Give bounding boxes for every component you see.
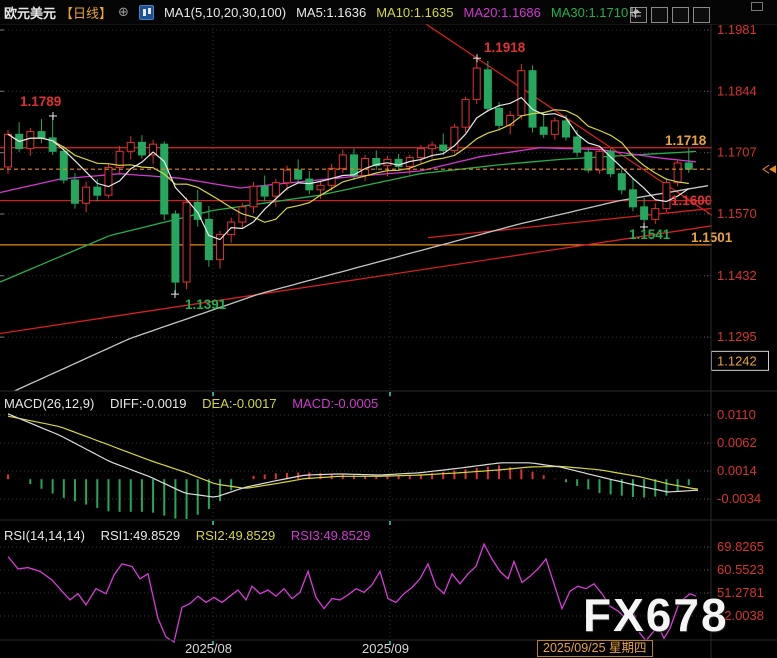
macd-diff-value: DIFF:-0.0019 xyxy=(110,396,187,411)
svg-text:1.1570: 1.1570 xyxy=(717,206,757,221)
ma30-value: MA30:1.1710 xyxy=(551,5,628,20)
rsi3-value: RSI3:49.8529 xyxy=(291,528,371,543)
svg-text:1.1501: 1.1501 xyxy=(691,230,733,245)
svg-text:0.0014: 0.0014 xyxy=(717,463,757,478)
ma-group-label: MA1(5,10,20,30,100) xyxy=(164,5,286,20)
ma5-value: MA5:1.1636 xyxy=(296,5,366,20)
svg-text:60.5523: 60.5523 xyxy=(717,562,764,577)
macd-hist-value: MACD:-0.0005 xyxy=(292,396,378,411)
x-axis-month-september: 2025/09 xyxy=(362,641,409,656)
instrument-title: 欧元美元 xyxy=(4,3,56,22)
rsi1-value: RSI1:49.8529 xyxy=(101,528,181,543)
ma10-value: MA10:1.1635 xyxy=(376,5,453,20)
macd-label-row: MACD(26,12,9) DIFF:-0.0019 DEA:-0.0017 M… xyxy=(4,396,390,411)
chart-play-icon[interactable] xyxy=(672,7,689,23)
ma20-value: MA20:1.1686 xyxy=(464,5,541,20)
svg-text:1.1707: 1.1707 xyxy=(717,145,757,160)
kline-chart-icon[interactable] xyxy=(139,5,154,20)
corner-window-icon[interactable] xyxy=(751,2,763,11)
rsi-params-label: RSI(14,14,14) xyxy=(4,528,85,543)
x-axis-current-date: 2025/09/25 星期四 xyxy=(537,640,653,657)
svg-text:-0.0034: -0.0034 xyxy=(717,491,761,506)
svg-text:1.1432: 1.1432 xyxy=(717,268,757,283)
svg-text:1.1789: 1.1789 xyxy=(20,94,61,109)
watermark: FX678 xyxy=(583,588,729,642)
macd-params-label: MACD(26,12,9) xyxy=(4,396,94,411)
chart-canvas[interactable]: 1.19811.18441.17071.15701.14321.12951.12… xyxy=(0,0,777,658)
svg-text:1.1391: 1.1391 xyxy=(185,297,227,312)
svg-text:1.1918: 1.1918 xyxy=(484,40,526,55)
period-label[interactable]: 【日线】 xyxy=(60,3,112,22)
svg-text:69.8265: 69.8265 xyxy=(717,539,764,554)
svg-text:0.0062: 0.0062 xyxy=(717,435,757,450)
fx-chart-app: 1.19811.18441.17071.15701.14321.12951.12… xyxy=(0,0,777,658)
rsi-label-row: RSI(14,14,14) RSI1:49.8529 RSI2:49.8529 … xyxy=(4,528,382,543)
macd-dea-value: DEA:-0.0017 xyxy=(202,396,276,411)
svg-text:1.1600: 1.1600 xyxy=(671,193,712,208)
x-axis-month-august: 2025/08 xyxy=(185,641,232,656)
svg-text:0.0110: 0.0110 xyxy=(717,407,756,422)
svg-text:1.1242: 1.1242 xyxy=(717,353,757,368)
svg-text:1.1718: 1.1718 xyxy=(665,133,707,148)
chart-arrow-right-icon[interactable] xyxy=(693,7,710,23)
cycle-icon[interactable]: ⊕ xyxy=(118,4,129,20)
svg-text:1.1541: 1.1541 xyxy=(629,227,671,242)
svg-text:1.1295: 1.1295 xyxy=(717,329,757,344)
chart-left-axis-icon[interactable] xyxy=(651,7,668,23)
chart-toolbar xyxy=(630,7,710,23)
svg-text:1.1844: 1.1844 xyxy=(717,83,757,98)
rsi2-value: RSI2:49.8529 xyxy=(196,528,276,543)
